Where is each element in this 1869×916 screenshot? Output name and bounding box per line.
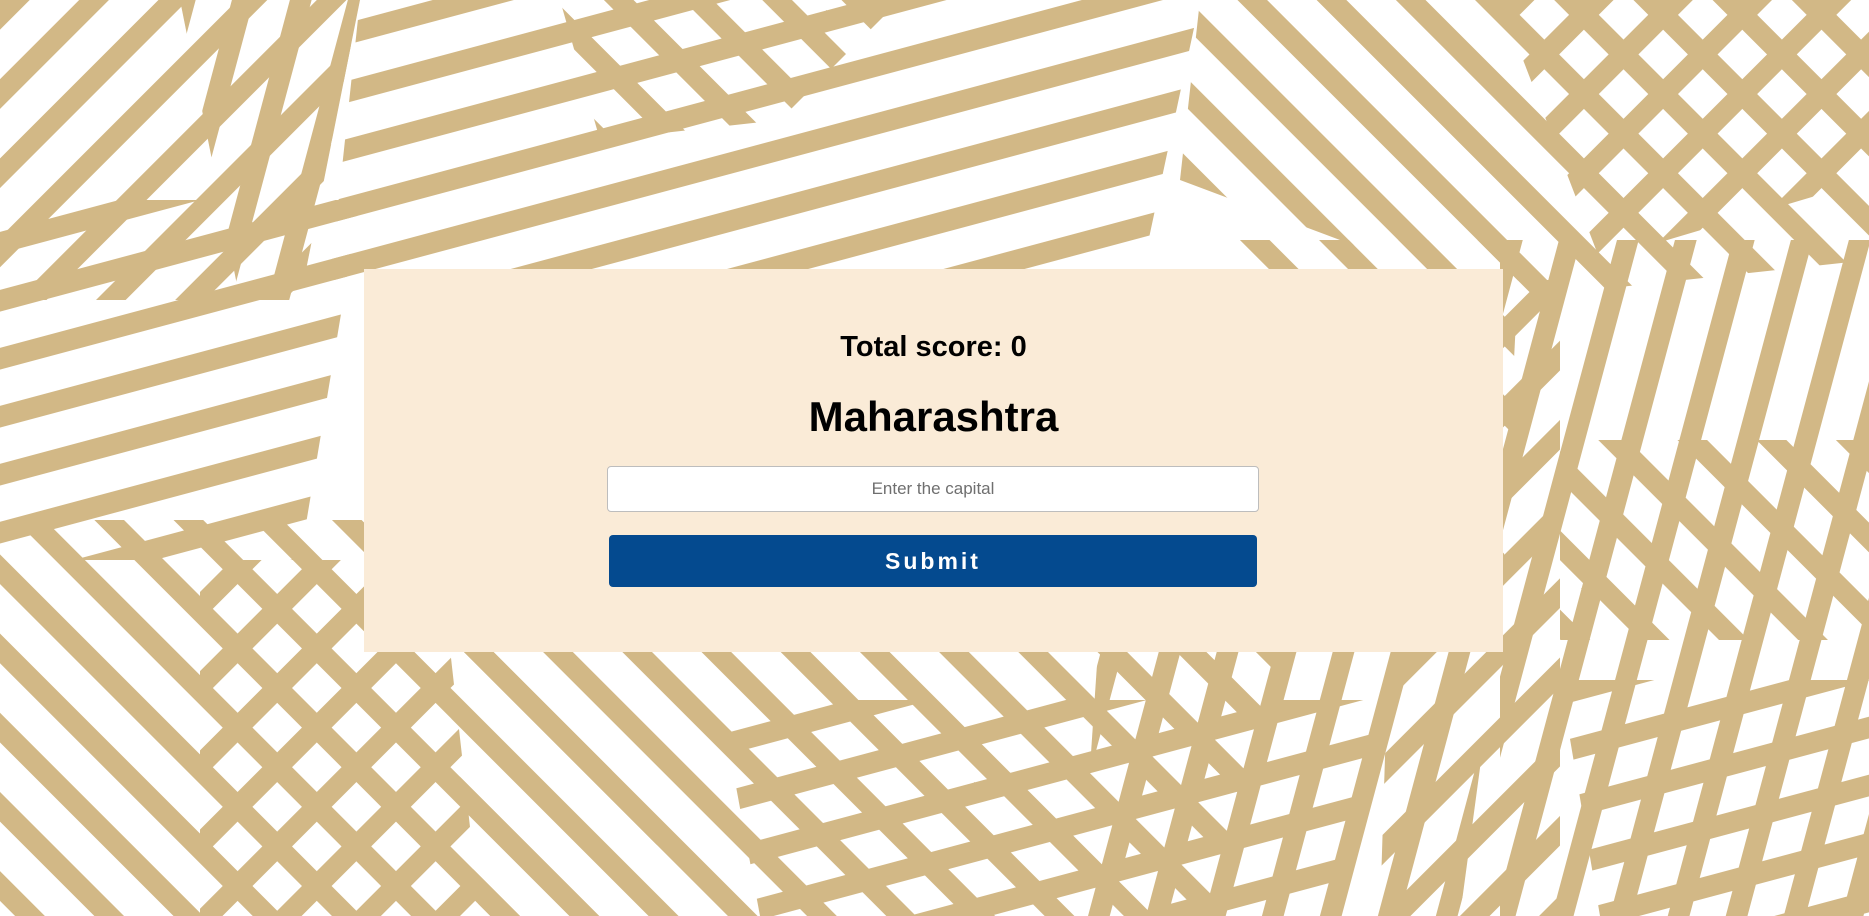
submit-button[interactable]: Submit (609, 535, 1257, 587)
capital-input[interactable] (607, 466, 1259, 512)
quiz-card: Total score: 0 Maharashtra Submit (364, 269, 1503, 652)
state-name: Maharashtra (808, 393, 1059, 440)
total-score: Total score: 0 (840, 331, 1027, 363)
